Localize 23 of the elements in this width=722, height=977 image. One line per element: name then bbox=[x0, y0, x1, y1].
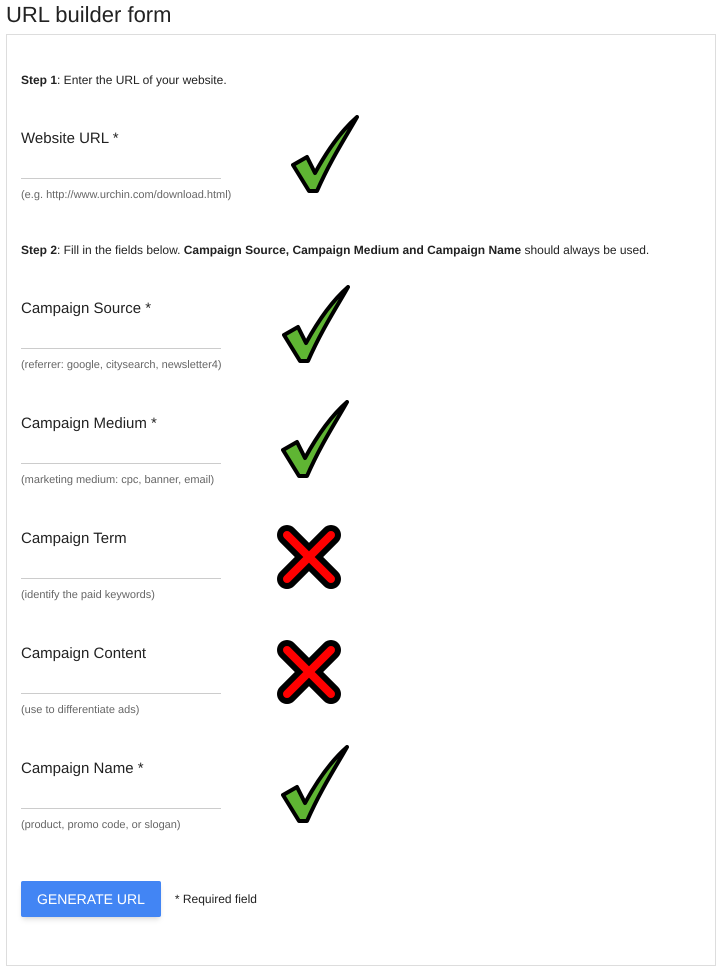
cross-mark-icon bbox=[277, 525, 341, 589]
page-title: URL builder form bbox=[5, 1, 172, 29]
field-label: Campaign Medium * bbox=[21, 414, 158, 434]
step-instruction: Step 2: Fill in the fields below. Campaign Source, Campaign Medium and Campaign Name should always be used. bbox=[21, 242, 650, 258]
field-hint: (product, promo code, or slogan) bbox=[21, 818, 181, 833]
check-mark-icon bbox=[281, 400, 349, 478]
generate-url-button[interactable]: GENERATE URL bbox=[21, 881, 161, 917]
field-hint: (use to differentiate ads) bbox=[21, 703, 140, 718]
check-mark-icon bbox=[291, 115, 360, 193]
field-hint: (e.g. http://www.urchin.com/download.html) bbox=[21, 188, 232, 203]
check-mark-icon bbox=[282, 285, 350, 363]
cross-mark-icon bbox=[277, 640, 341, 704]
field-label: Campaign Content bbox=[21, 644, 148, 664]
step-instruction: Step 1: Enter the URL of your website. bbox=[21, 72, 228, 88]
field-label: Campaign Term bbox=[21, 529, 128, 549]
required-note: * Required field bbox=[174, 891, 257, 908]
check-mark-icon bbox=[281, 745, 349, 823]
field-hint: (identify the paid keywords) bbox=[21, 588, 155, 603]
field-label: Campaign Name * bbox=[21, 759, 145, 779]
field-label: Website URL * bbox=[21, 129, 120, 149]
field-label: Campaign Source * bbox=[21, 299, 152, 319]
field-hint: (referrer: google, citysearch, newsletter4) bbox=[21, 358, 222, 373]
field-hint: (marketing medium: cpc, banner, email) bbox=[21, 473, 214, 488]
